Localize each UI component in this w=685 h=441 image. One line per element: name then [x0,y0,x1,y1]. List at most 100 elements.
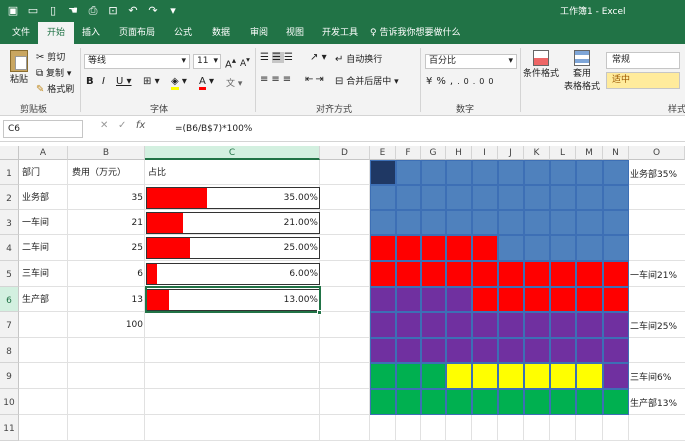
number-format-buttons[interactable]: ¥%,.0.00 [426,76,497,87]
column-header-a[interactable]: A [19,146,68,160]
cancel-icon[interactable]: ✕ [100,120,108,131]
open-icon[interactable]: ▭ [26,3,40,19]
fill-color-button[interactable]: ◈ ▾ [171,76,187,90]
column-header-b[interactable]: B [68,146,145,160]
new-icon[interactable]: ▯ [46,3,60,19]
ratio-cell[interactable]: 25.00% [240,242,318,254]
touch-mode-icon[interactable]: ☚ [66,3,80,19]
tab-developer[interactable]: 开发工具 [314,22,366,44]
enter-icon[interactable]: ✓ [118,120,126,131]
column-header-f[interactable]: F [396,146,421,160]
column-header-l[interactable]: L [550,146,576,160]
undo-icon[interactable]: ↶ [126,3,140,19]
row-header-9[interactable]: 9 [0,363,19,389]
column-header-h[interactable]: H [446,146,472,160]
copy-button[interactable]: ⧉ 复制 ▾ [36,66,71,80]
tab-insert[interactable]: 插入 [76,22,106,44]
column-header-e[interactable]: E [370,146,396,160]
column-header-g[interactable]: G [421,146,446,160]
ratio-cell[interactable]: 35.00% [240,192,318,204]
wrap-text-button[interactable]: ↵ 自动换行 [335,52,382,66]
total-cost-cell[interactable]: 100 [70,319,143,331]
insert-function-button[interactable]: fx [136,120,145,131]
ratio-cell[interactable]: 13.00% [240,294,318,306]
column-header-c[interactable]: C [145,146,320,160]
format-painter-button[interactable]: ✎ 格式刷 [36,82,74,96]
conditional-format-icon [533,50,549,66]
column-header-o[interactable]: O [629,146,685,160]
font-color-button[interactable]: A ▾ [199,76,214,90]
conditional-format-button[interactable]: 条件格式 [523,50,559,79]
indent-buttons[interactable]: ⇤⇥ [305,74,326,85]
cut-button[interactable]: ✂ 剪切 [36,50,65,64]
cell-style-neutral[interactable]: 适中 [606,72,680,89]
department-cell[interactable]: 二车间 [22,242,49,254]
row-header-11[interactable]: 11 [0,415,19,441]
font-size-dropdown[interactable]: 11 ▾ [193,54,221,69]
department-cell[interactable]: 一车间 [22,217,49,229]
tab-data[interactable]: 数据 [204,22,238,44]
font-name-dropdown[interactable]: 等线 ▾ [84,54,190,69]
grow-font-button[interactable]: A▴ [225,55,236,70]
name-box[interactable]: C6 [3,120,83,138]
department-cell[interactable]: 三车间 [22,268,49,280]
header-cost[interactable]: 费用（万元） [72,167,126,179]
row-header-3[interactable]: 3 [0,210,19,235]
preview-icon[interactable]: ⊡ [106,3,120,19]
cost-cell[interactable]: 21 [70,217,143,229]
header-department[interactable]: 部门 [22,167,40,179]
select-all-corner[interactable] [0,146,19,160]
column-header-k[interactable]: K [524,146,550,160]
row-header-1[interactable]: 1 [0,160,19,185]
column-header-d[interactable]: D [320,146,370,160]
cost-cell[interactable]: 25 [70,242,143,254]
row-header-5[interactable]: 5 [0,261,19,287]
department-cell[interactable]: 业务部 [22,192,49,204]
tab-home[interactable]: 开始 [38,22,74,44]
tab-file[interactable]: 文件 [6,22,36,44]
tab-view[interactable]: 视图 [278,22,312,44]
horizontal-align-buttons[interactable]: ≡≡≡ [260,74,294,85]
column-header-n[interactable]: N [603,146,629,160]
vertical-align-buttons[interactable]: ☰☰☰ [260,52,296,63]
waffle-cell [603,338,629,363]
row-header-6[interactable]: 6 [0,287,19,312]
paste-button[interactable]: 粘贴 [6,50,32,85]
tab-formulas[interactable]: 公式 [166,22,200,44]
italic-button[interactable]: I [102,76,105,87]
tab-page-layout[interactable]: 页面布局 [110,22,164,44]
cost-cell[interactable]: 6 [70,268,143,280]
customize-icon[interactable]: ▾ [166,3,180,19]
column-header-j[interactable]: J [498,146,524,160]
shrink-font-button[interactable]: A▾ [240,55,250,69]
cell-style-normal[interactable]: 常规 [606,52,680,69]
phonetic-button[interactable]: 文 ▾ [226,76,242,89]
border-button[interactable]: ⊞ ▾ [143,76,160,87]
underline-button[interactable]: U ▾ [116,76,132,87]
print-icon[interactable]: ⎙ [86,3,100,19]
row-header-8[interactable]: 8 [0,338,19,363]
column-header-m[interactable]: M [576,146,603,160]
merge-center-button[interactable]: ⊟ 合并后居中 ▾ [335,74,399,88]
tell-me-search[interactable]: ♀ 告诉我你想要做什么 [370,22,460,44]
format-as-table-button[interactable]: 套用 表格格式 [562,50,602,92]
tab-review[interactable]: 审阅 [242,22,276,44]
row-header-7[interactable]: 7 [0,312,19,338]
row-header-2[interactable]: 2 [0,185,19,210]
row-header-4[interactable]: 4 [0,235,19,261]
redo-icon[interactable]: ↷ [146,3,160,19]
ratio-cell[interactable]: 21.00% [240,217,318,229]
column-header-i[interactable]: I [472,146,498,160]
row-header-10[interactable]: 10 [0,389,19,415]
department-cell[interactable]: 生产部 [22,294,49,306]
orientation-button[interactable]: ↗ ▾ [310,52,327,63]
cost-cell[interactable]: 35 [70,192,143,204]
fill-handle[interactable] [317,310,322,315]
formula-input[interactable]: =(B6/B$7)*100% [175,120,252,138]
bold-button[interactable]: B [86,76,94,87]
ratio-cell[interactable]: 6.00% [240,268,318,280]
number-format-dropdown[interactable]: 百分比 ▾ [425,54,517,69]
header-ratio[interactable]: 占比 [148,167,166,179]
save-icon[interactable]: ▣ [6,3,20,19]
cost-cell[interactable]: 13 [70,294,143,306]
